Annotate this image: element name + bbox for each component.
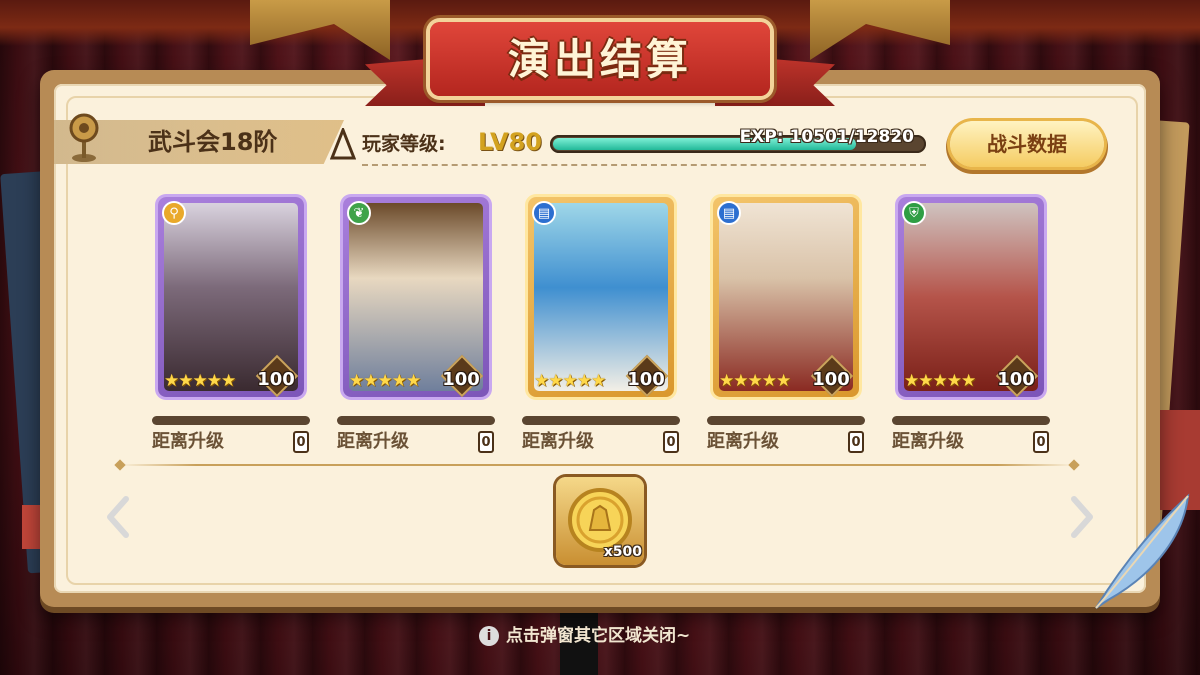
shield-icon: ⛨: [902, 201, 926, 225]
player-level-label: 玩家等级:: [362, 133, 446, 155]
battle-data-button[interactable]: 战斗数据: [950, 121, 1104, 167]
character-card[interactable]: ⛨ ★★★★★ 100: [898, 197, 1044, 397]
rarity-stars: ★★★★★: [534, 371, 606, 391]
character-level: 100: [442, 369, 480, 390]
leaf-icon: ❦: [347, 201, 371, 225]
character-exp-bar: [522, 416, 680, 425]
character-card[interactable]: ▤ ★★★★★ 100: [528, 197, 674, 397]
character-level: 100: [997, 369, 1035, 390]
rarity-stars: ★★★★★: [904, 371, 976, 391]
character-card[interactable]: ▤ ★★★★★ 100: [713, 197, 859, 397]
map-pin-icon: [69, 113, 99, 162]
to-next-level-label: 距离升级: [522, 431, 594, 452]
character-level: 100: [257, 369, 295, 390]
character-exp-bar: [707, 416, 865, 425]
close-hint-text: 点击弹窗其它区域关闭~: [506, 626, 691, 646]
to-next-level-value: 0: [848, 431, 864, 453]
player-level-value: LV80: [478, 128, 542, 156]
character-exp-bar: [152, 416, 310, 425]
character-card[interactable]: ❦ ★★★★★ 100: [343, 197, 489, 397]
character-exp-bar: [337, 416, 495, 425]
triangle-accent-icon: [330, 128, 356, 160]
to-next-level-value: 0: [293, 431, 309, 453]
to-next-level-label: 距离升级: [337, 431, 409, 452]
book-icon: ▤: [532, 201, 556, 225]
character-exp-bar: [892, 416, 1050, 425]
page-title: 演出结算: [507, 35, 692, 84]
to-next-level-label: 距离升级: [707, 431, 779, 452]
dashed-divider: [362, 164, 926, 166]
wand-icon: ⚲: [162, 201, 186, 225]
to-next-level-label: 距离升级: [152, 431, 224, 452]
book-icon: ▤: [717, 201, 741, 225]
reward-count: x500: [603, 544, 642, 560]
character-level: 100: [627, 369, 665, 390]
to-next-level-label: 距离升级: [892, 431, 964, 452]
stage-label: 武斗会18阶: [148, 128, 278, 156]
quill-feather-icon: [1095, 493, 1190, 609]
to-next-level-value: 0: [1033, 431, 1049, 453]
to-next-level-value: 0: [663, 431, 679, 453]
rarity-stars: ★★★★★: [349, 371, 421, 391]
exp-text: EXP: 10501/12820: [739, 127, 914, 147]
rarity-stars: ★★★★★: [719, 371, 791, 391]
rarity-stars: ★★★★★: [164, 371, 236, 391]
info-icon: i: [479, 626, 499, 646]
to-next-level-value: 0: [478, 431, 494, 453]
character-card[interactable]: ⚲ ★★★★★ 100: [158, 197, 304, 397]
character-level: 100: [812, 369, 850, 390]
prev-arrow-icon[interactable]: [104, 495, 132, 539]
section-divider: [120, 464, 1074, 466]
